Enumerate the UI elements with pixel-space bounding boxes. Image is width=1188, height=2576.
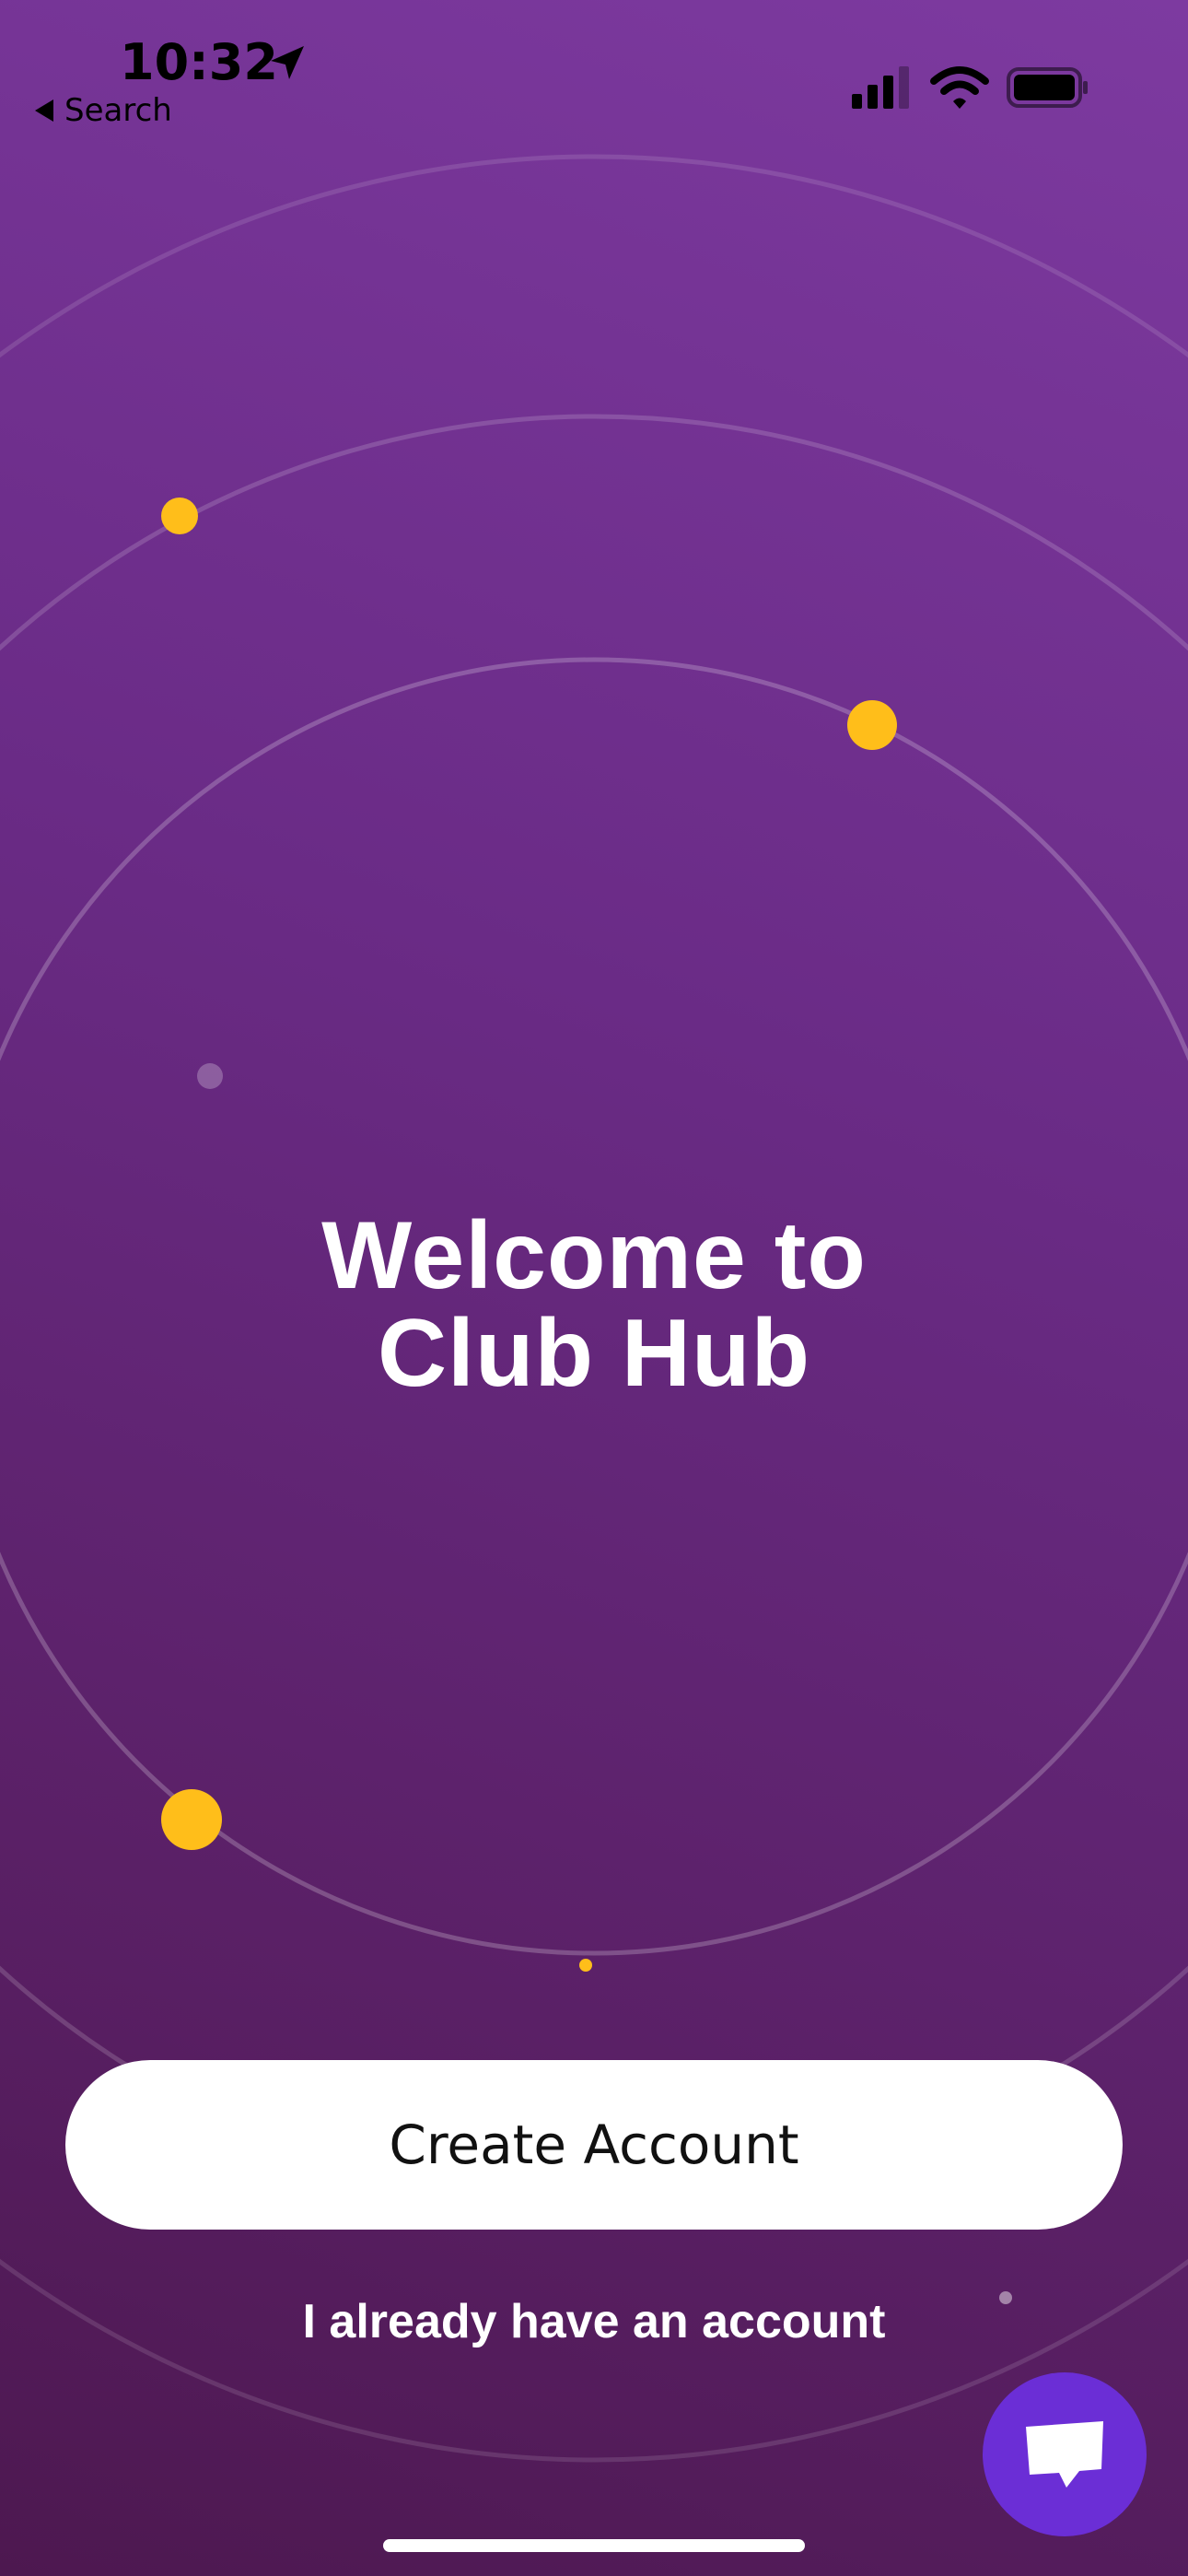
orbit-dot-faint	[197, 1063, 223, 1089]
welcome-title: Welcome to Club Hub	[0, 1207, 1188, 1402]
wifi-icon	[930, 66, 989, 109]
battery-icon	[1007, 67, 1088, 108]
orbit-dot	[161, 498, 198, 534]
support-chat-button[interactable]	[983, 2372, 1147, 2536]
status-time: 10:32	[120, 33, 278, 91]
create-account-button[interactable]: Create Account	[65, 2060, 1123, 2230]
chat-bubble-icon	[1026, 2421, 1103, 2488]
back-link-label: Search	[64, 92, 172, 129]
back-triangle-icon	[35, 100, 53, 122]
orbit-dot	[579, 1959, 592, 1972]
cellular-signal-icon	[852, 66, 909, 109]
orbit-dot	[161, 1789, 222, 1850]
welcome-title-line-1: Welcome to	[321, 1202, 867, 1309]
welcome-title-line-2: Club Hub	[377, 1300, 811, 1407]
orbit-dot	[847, 700, 897, 750]
location-arrow-icon	[271, 46, 304, 79]
login-link[interactable]: I already have an account	[0, 2294, 1188, 2349]
home-indicator	[383, 2539, 805, 2552]
back-to-search-link[interactable]: Search	[35, 92, 172, 129]
status-bar: 10:32 Search	[0, 0, 1188, 138]
